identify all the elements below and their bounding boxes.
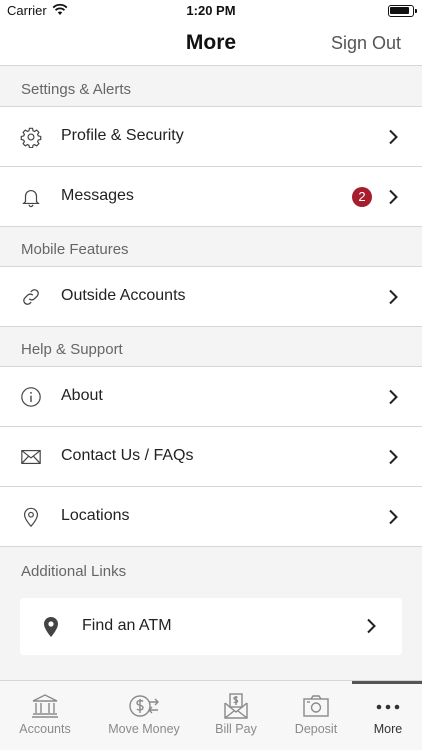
tab-label: More xyxy=(373,722,403,736)
menu-item-about[interactable]: About xyxy=(0,367,422,427)
menu-item-outside-accounts[interactable]: Outside Accounts xyxy=(0,267,422,327)
find-atm-label: Find an ATM xyxy=(82,617,172,634)
menu-item-contact-faqs[interactable]: Contact Us / FAQs xyxy=(0,427,422,487)
tab-more[interactable]: More xyxy=(346,681,422,750)
menu-item-label: Messages xyxy=(61,187,134,204)
chevron-right-icon xyxy=(389,289,398,305)
nav-bar: More Sign Out xyxy=(0,22,422,66)
unread-badge: 2 xyxy=(352,187,372,207)
menu-item-messages[interactable]: Messages 2 xyxy=(0,167,422,227)
clock: 1:20 PM xyxy=(186,3,236,18)
bill-icon xyxy=(224,693,248,719)
battery-icon xyxy=(388,5,417,17)
menu-item-label: Outside Accounts xyxy=(61,287,186,304)
more-dots-icon xyxy=(376,704,400,710)
menu-item-label: Contact Us / FAQs xyxy=(61,447,194,464)
menu-item-label: Profile & Security xyxy=(61,127,184,144)
info-icon xyxy=(21,387,41,407)
tab-label: Bill Pay xyxy=(215,722,257,736)
bank-icon xyxy=(32,694,58,718)
tab-label: Move Money xyxy=(108,722,180,736)
link-icon xyxy=(23,289,39,305)
chevron-right-icon xyxy=(367,618,376,634)
menu-item-label: About xyxy=(61,387,103,404)
section-header-mobile-features: Mobile Features xyxy=(0,227,422,267)
section-header-additional-links: Additional Links xyxy=(0,547,422,598)
transfer-icon xyxy=(129,695,159,717)
tab-accounts[interactable]: Accounts xyxy=(3,681,87,750)
chevron-right-icon xyxy=(389,389,398,405)
location-pin-icon xyxy=(23,507,39,528)
find-atm-link[interactable]: Find an ATM xyxy=(20,598,402,655)
chevron-right-icon xyxy=(389,129,398,145)
chevron-right-icon xyxy=(389,449,398,465)
camera-deposit-icon xyxy=(303,695,329,717)
menu-item-label: Locations xyxy=(61,507,130,524)
tab-bill-pay[interactable]: Bill Pay xyxy=(194,681,278,750)
chevron-right-icon xyxy=(389,509,398,525)
map-marker-icon xyxy=(44,617,58,637)
gear-icon xyxy=(20,127,42,148)
status-bar: Carrier 1:20 PM xyxy=(0,0,422,22)
section-header-help-support: Help & Support xyxy=(0,327,422,367)
menu-item-profile-security[interactable]: Profile & Security xyxy=(0,107,422,167)
tab-label: Accounts xyxy=(19,722,71,736)
menu-item-locations[interactable]: Locations xyxy=(0,487,422,547)
more-menu: Settings & Alerts Profile & Security Mes… xyxy=(0,67,422,655)
envelope-icon xyxy=(21,449,41,465)
tab-bar: Accounts Move Money Bill Pay Deposit Mor… xyxy=(0,680,422,750)
active-tab-indicator xyxy=(352,681,422,684)
tab-move-money[interactable]: Move Money xyxy=(102,681,186,750)
bell-icon xyxy=(22,190,40,208)
chevron-right-icon xyxy=(389,189,398,205)
sign-out-button[interactable]: Sign Out xyxy=(331,33,401,54)
section-header-settings: Settings & Alerts xyxy=(0,67,422,107)
